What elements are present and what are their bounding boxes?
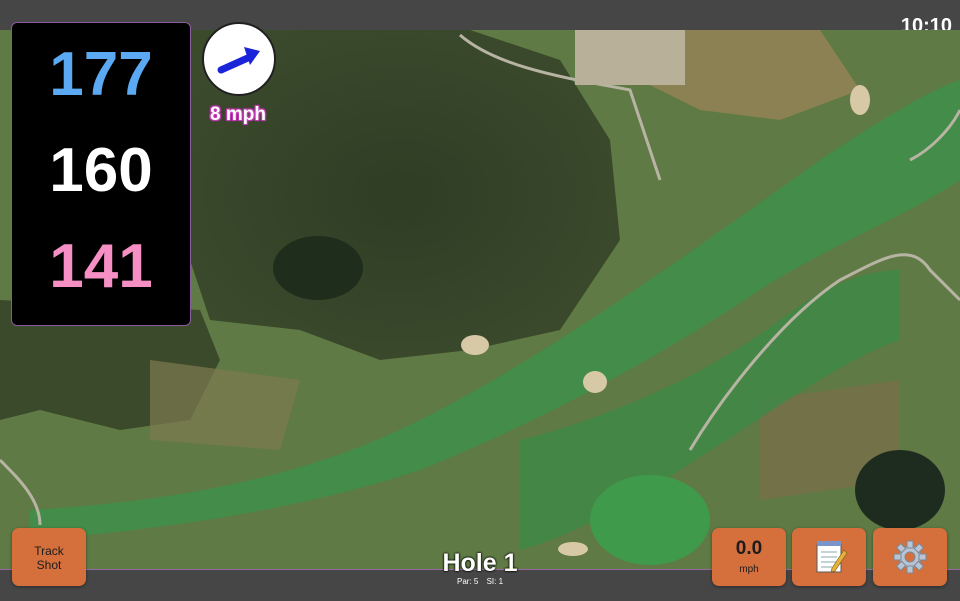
wind-direction-indicator [202, 22, 276, 96]
hole-info: Par: 5 SI: 1 [380, 577, 580, 586]
back-distance: 177 [49, 40, 153, 109]
speed-button[interactable]: 0.0 mph [712, 528, 786, 586]
track-shot-button[interactable]: Track Shot [12, 528, 86, 586]
wind-arrow-icon [217, 47, 260, 74]
speed-unit: mph [739, 564, 759, 575]
speed-value: 0.0 [735, 538, 763, 559]
gear-icon [893, 540, 927, 574]
notes-button[interactable] [792, 528, 866, 586]
settings-button[interactable] [873, 528, 947, 586]
front-distance: 141 [49, 232, 153, 301]
notepad-icon [816, 541, 848, 573]
hole-title: Hole 1 [442, 549, 518, 577]
track-shot-label-line1: Track [34, 544, 64, 558]
hole-stroke-index: SI: 1 [486, 577, 504, 586]
wind-speed: 8 mph [210, 104, 266, 125]
distance-panel: 177 160 141 [11, 22, 191, 326]
hole-par: Par: 5 [456, 577, 479, 586]
middle-distance: 160 [49, 136, 153, 205]
track-shot-label-line2: Shot [36, 558, 62, 572]
